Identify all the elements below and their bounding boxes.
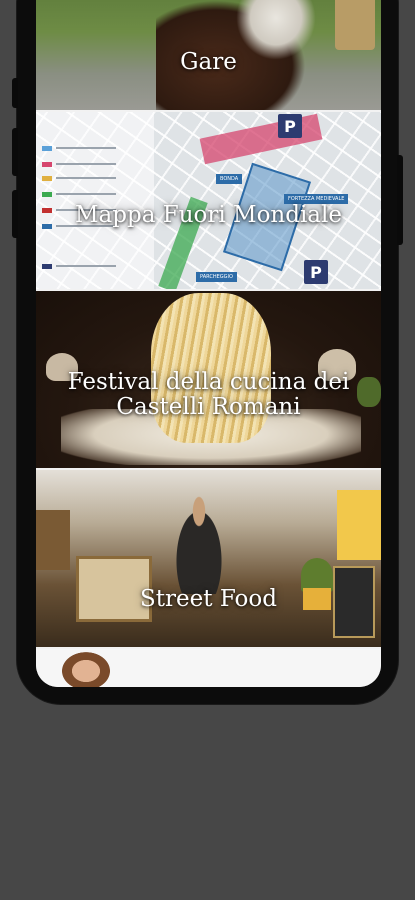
parking-icon: P <box>278 114 302 138</box>
tile-festival-label: Festival della cucina dei Castelli Roman… <box>67 369 350 420</box>
shelf-image <box>36 510 70 570</box>
tile-mappa-label: Mappa Fuori Mondiale <box>75 202 342 229</box>
map-tag: PARCHEGGIO <box>196 272 237 282</box>
chalkboard-image <box>333 566 375 638</box>
tile-next[interactable] <box>36 649 381 687</box>
portrait-image <box>58 649 114 687</box>
tile-street-food[interactable]: Street Food <box>36 470 381 647</box>
app-screen: Gare P P BONDA FORTEZZA MEDIEVALE PARCHE… <box>36 0 381 687</box>
plant-image <box>301 558 333 592</box>
map-legend <box>36 112 154 289</box>
pot-image <box>303 588 331 610</box>
hay-bale-image <box>335 0 375 50</box>
parking-icon: P <box>304 260 328 284</box>
rider-image <box>236 0 316 60</box>
tile-mappa[interactable]: P P BONDA FORTEZZA MEDIEVALE PARCHEGGIO … <box>36 112 381 289</box>
tile-festival[interactable]: Festival della cucina dei Castelli Roman… <box>36 291 381 468</box>
yellow-sign-image <box>337 490 381 560</box>
power-button <box>397 155 403 245</box>
tile-gare[interactable]: Gare <box>36 0 381 110</box>
tile-street-food-label: Street Food <box>140 586 277 613</box>
volume-up-button <box>12 128 18 176</box>
map-tag: BONDA <box>216 174 243 184</box>
tile-gare-label: Gare <box>180 48 237 75</box>
volume-down-button <box>12 190 18 238</box>
pasta-image <box>151 293 271 443</box>
vendor-image <box>164 484 234 594</box>
mute-switch <box>12 78 18 108</box>
